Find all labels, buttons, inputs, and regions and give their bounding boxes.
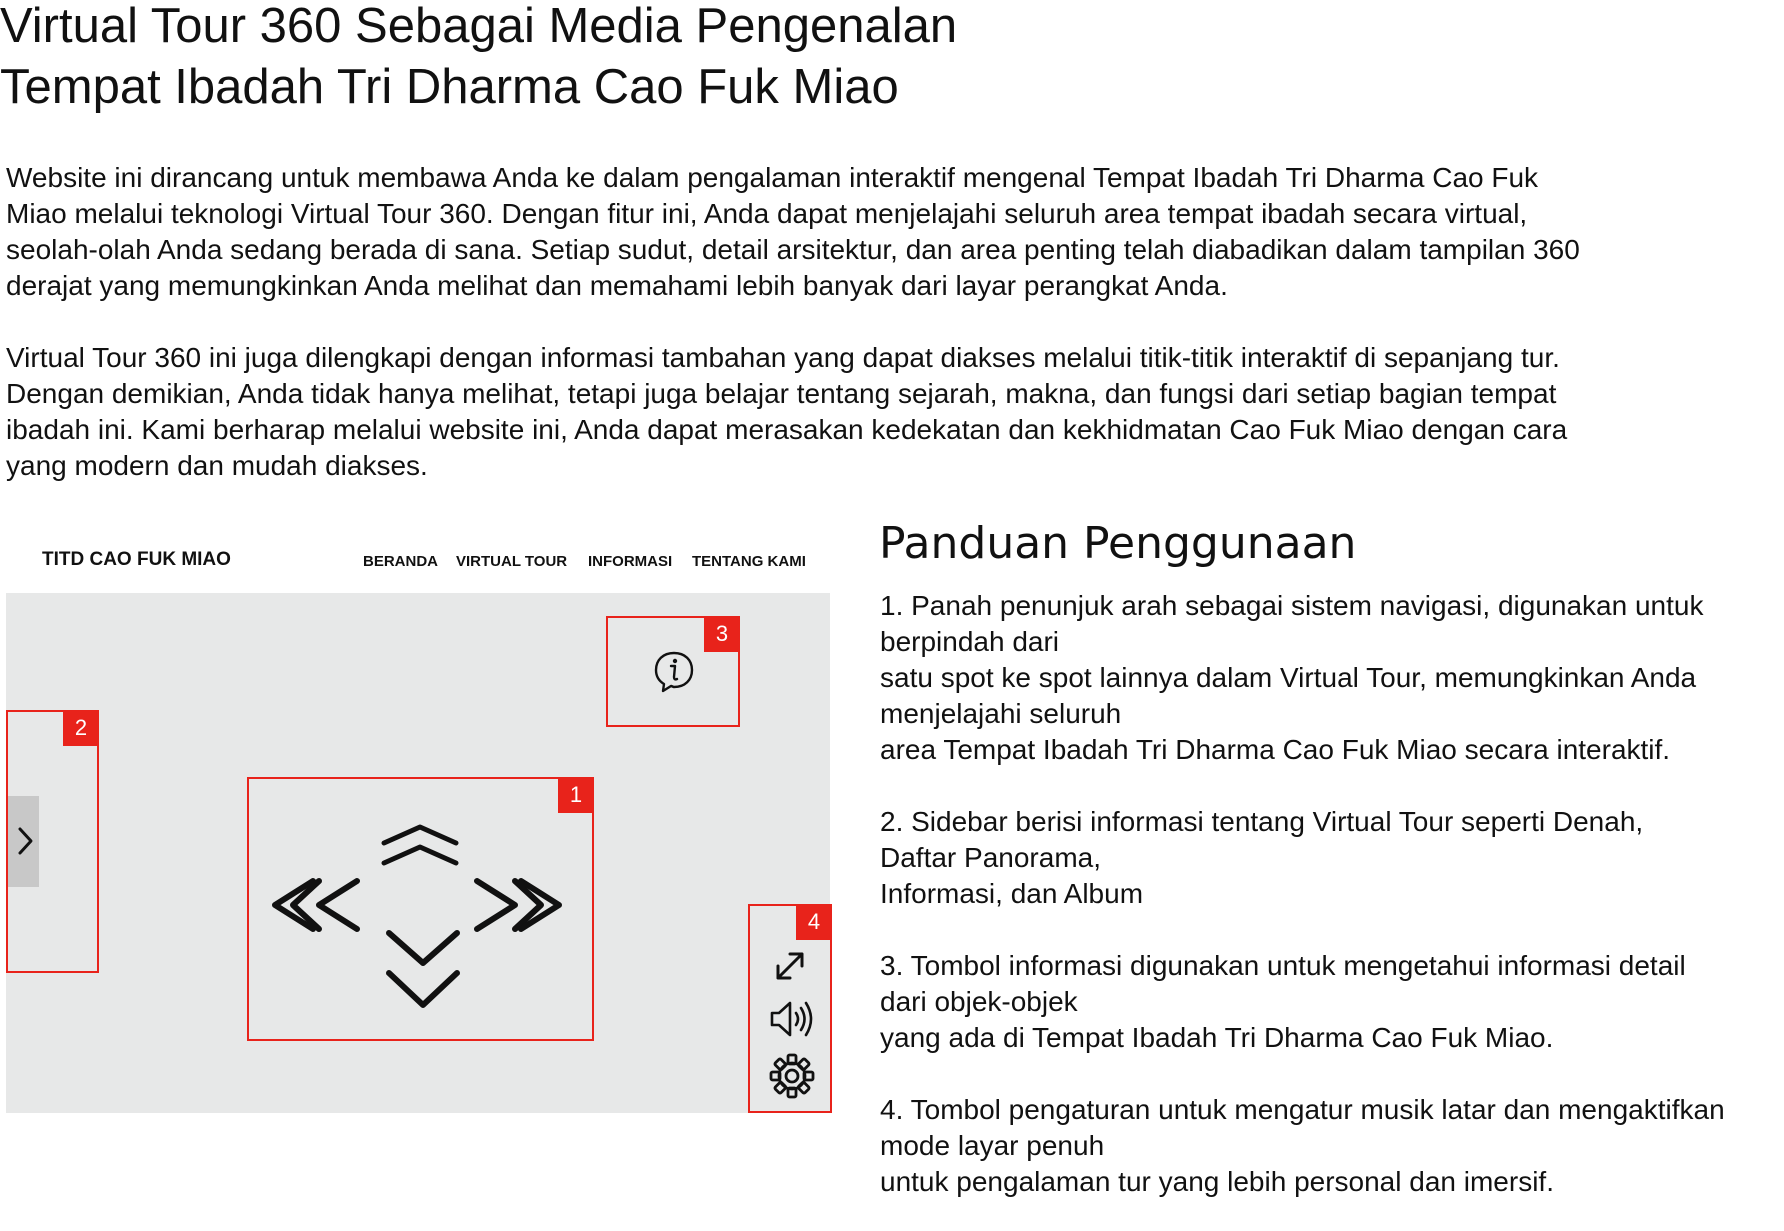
mockup-header: TITD CAO FUK MIAO BERANDA VIRTUAL TOUR I… (0, 545, 830, 580)
arrow-right-icon[interactable] (471, 875, 567, 935)
page-title: Virtual Tour 360 Sebagai Media Pengenala… (0, 0, 957, 118)
guide-line: Daftar Panorama, (880, 842, 1101, 873)
intro-paragraph: Virtual Tour 360 ini juga dilengkapi den… (6, 340, 1726, 484)
panorama-viewer[interactable]: 2 3 1 4 (6, 593, 832, 1113)
guide-line: satu spot ke spot lainnya dalam Virtual … (880, 662, 1697, 693)
guide-line: mode layar penuh (880, 1130, 1105, 1161)
nav-item-informasi[interactable]: INFORMASI (588, 553, 672, 570)
guide-line: dari objek-objek (880, 986, 1078, 1017)
nav-item-tentang-kami[interactable]: TENTANG KAMI (692, 553, 806, 570)
nav-item-beranda[interactable]: BERANDA (363, 553, 438, 570)
intro-paragraph: Website ini dirancang untuk membawa Anda… (6, 160, 1726, 304)
intro-line: ibadah ini. Kami berharap melalui websit… (6, 414, 1568, 445)
guide-item: 3. Tombol informasi digunakan untuk meng… (880, 948, 1686, 1056)
arrow-down-icon[interactable] (383, 927, 463, 1013)
guide-line: berpindah dari (880, 626, 1060, 657)
callout-navigation-arrows: 1 (247, 777, 594, 1041)
guide-line: untuk pengalaman tur yang lebih personal… (880, 1166, 1554, 1197)
page-title-line: Tempat Ibadah Tri Dharma Cao Fuk Miao (0, 60, 899, 114)
brand-logo-text[interactable]: TITD CAO FUK MIAO (42, 549, 231, 571)
speaker-icon[interactable] (768, 998, 816, 1040)
guide-line: yang ada di Tempat Ibadah Tri Dharma Cao… (880, 1022, 1554, 1053)
guide-line: area Tempat Ibadah Tri Dharma Cao Fuk Mi… (880, 734, 1671, 765)
nav-item-virtual-tour[interactable]: VIRTUAL TOUR (456, 553, 567, 570)
guide-item: 2. Sidebar berisi informasi tentang Virt… (880, 804, 1643, 912)
intro-line: Website ini dirancang untuk membawa Anda… (6, 162, 1539, 193)
callout-number: 4 (796, 904, 832, 940)
intro-line: Dengan demikian, Anda tidak hanya meliha… (6, 378, 1557, 409)
callout-number: 2 (63, 710, 99, 746)
callout-number: 3 (704, 616, 740, 652)
guide-line: Informasi, dan Album (880, 878, 1144, 909)
intro-line: derajat yang memungkinkan Anda melihat d… (6, 270, 1228, 301)
intro-line: Virtual Tour 360 ini juga dilengkapi den… (6, 342, 1560, 373)
guide-line: 3. Tombol informasi digunakan untuk meng… (880, 950, 1686, 981)
arrow-up-icon[interactable] (380, 823, 460, 869)
intro-line: Miao melalui teknologi Virtual Tour 360.… (6, 198, 1528, 229)
callout-settings: 4 (748, 904, 832, 1113)
intro-line: seolah-olah Anda sedang berada di sana. … (6, 234, 1580, 265)
guide-line: 1. Panah penunjuk arah sebagai sistem na… (880, 590, 1704, 621)
guide-line: 2. Sidebar berisi informasi tentang Virt… (880, 806, 1644, 837)
guide-line: 4. Tombol pengaturan untuk mengatur musi… (880, 1094, 1725, 1125)
info-icon[interactable] (652, 649, 696, 693)
guide-title: Panduan Penggunaan (879, 518, 1357, 569)
guide-line: menjelajahi seluruh (880, 698, 1122, 729)
gear-icon[interactable] (768, 1052, 816, 1100)
callout-sidebar: 2 (6, 710, 99, 973)
intro-line: yang modern dan mudah diakses. (6, 450, 428, 481)
page-title-line: Virtual Tour 360 Sebagai Media Pengenala… (0, 0, 958, 53)
fullscreen-icon[interactable] (772, 948, 808, 984)
callout-number: 1 (558, 777, 594, 813)
callout-info: 3 (606, 616, 740, 727)
guide-item: 4. Tombol pengaturan untuk mengatur musi… (880, 1092, 1725, 1200)
guide-item: 1. Panah penunjuk arah sebagai sistem na… (880, 588, 1703, 768)
arrow-left-icon[interactable] (267, 875, 363, 935)
